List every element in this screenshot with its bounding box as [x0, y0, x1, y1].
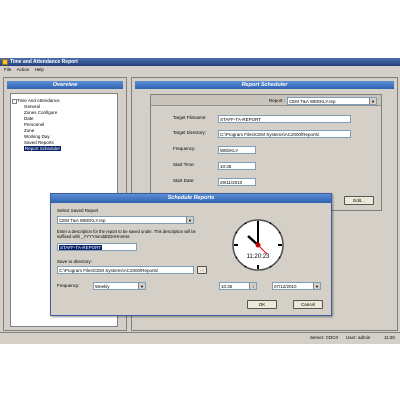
select-saved-report-label: Select Saved Report	[57, 208, 99, 213]
dialog-frequency-label: Frequency:	[57, 283, 80, 288]
ok-button[interactable]: OK	[247, 300, 277, 309]
tree-item-saved-reports[interactable]: Saved Reports	[24, 140, 54, 145]
time-value: 10:35	[221, 284, 233, 289]
time-field[interactable]: 10:35 ↕	[219, 282, 257, 290]
status-time: 11:20	[384, 335, 395, 340]
overview-header: Overview	[7, 81, 123, 89]
menu-bar: File Action Help	[0, 66, 400, 73]
saved-report-select[interactable]: CEM T&A WEEKLY.rep ▼	[57, 216, 194, 224]
report-label: Report :	[269, 98, 286, 103]
browse-button[interactable]: ...	[197, 266, 207, 274]
tree-item-date[interactable]: Date	[24, 116, 34, 121]
clock-digital-time: 11:20:23	[247, 254, 271, 260]
menu-action[interactable]: Action	[17, 66, 30, 73]
saved-report-select-value: CEM T&A WEEKLY.rep	[59, 218, 106, 223]
save-directory-label: Save to directory:	[57, 259, 93, 264]
date-value: 07/12/2010	[274, 284, 297, 289]
tree-item-report-scheduler[interactable]: Report Scheduler	[24, 146, 62, 151]
tree-item-time-and-attendance[interactable]: Time And Attendance	[17, 98, 60, 103]
cancel-button[interactable]: Cancel	[293, 300, 323, 309]
dialog-frequency-value: Weekly	[95, 284, 110, 289]
chevron-down-icon[interactable]: ▼	[369, 98, 376, 104]
spin-icon[interactable]: ↕	[249, 283, 256, 289]
target-directory-label: Target Directory:	[173, 130, 207, 135]
start-time-field[interactable]: 10:35	[218, 162, 256, 170]
status-server: Server: CDC0	[310, 335, 339, 340]
description-value: STAFF-TA-REPORT	[59, 245, 102, 250]
date-field[interactable]: 07/12/2010 ▼	[272, 282, 321, 290]
frequency-label: Frequency:	[173, 146, 196, 151]
clock-center	[255, 242, 261, 248]
description-field[interactable]: STAFF-TA-REPORT	[57, 243, 137, 251]
status-user: User: admin	[346, 335, 371, 340]
tree-item-working-day[interactable]: Working Day	[24, 134, 50, 139]
target-filename-label: Target Filename:	[173, 115, 207, 120]
expand-icon[interactable]: -	[12, 99, 17, 104]
dialog-frequency-select[interactable]: Weekly ▼	[93, 282, 146, 290]
description-instructions: Enter a description for the report to be…	[57, 229, 196, 239]
target-directory-field[interactable]: C:\Program Files\CEM Systems\AC2000\Repo…	[218, 130, 351, 138]
target-filename-field[interactable]: STAFF-TA-REPORT	[218, 115, 351, 123]
title-bar: Time and Attendance Report	[0, 58, 400, 66]
save-directory-field[interactable]: C:\Program Files\CEM Systems\AC2000\Repo…	[57, 266, 194, 274]
dialog-title: Schedule Reports	[51, 194, 331, 203]
start-date-label: Start Date:	[173, 178, 195, 183]
chevron-down-icon[interactable]: ▼	[313, 283, 320, 289]
window-title: Time and Attendance Report	[10, 59, 78, 65]
tree-item-general[interactable]: General	[24, 104, 40, 109]
report-select[interactable]: CEM T&A WEEKLY.rep ▼	[287, 97, 377, 105]
status-bar: Server: CDC0 User: admin 11:20	[0, 332, 400, 343]
frequency-field[interactable]: WEEKLY	[218, 146, 256, 154]
tree-item-personnel[interactable]: Personnel	[24, 122, 44, 127]
start-time-label: Start Time:	[173, 162, 195, 167]
chevron-down-icon[interactable]: ▼	[186, 217, 193, 223]
menu-help[interactable]: Help	[35, 66, 44, 73]
chevron-down-icon[interactable]: ▼	[138, 283, 145, 289]
report-select-value: CEM T&A WEEKLY.rep	[289, 99, 336, 104]
menu-file[interactable]: File	[4, 66, 11, 73]
start-date-field[interactable]: 29/11/2010	[218, 178, 256, 186]
report-scheduler-header: Report Scheduler	[135, 81, 394, 89]
app-icon	[2, 59, 8, 65]
tree-item-zone[interactable]: Zone	[24, 128, 34, 133]
tree-item-zones-configure[interactable]: Zones Configure	[24, 110, 57, 115]
analog-clock: 11:20:23	[232, 219, 284, 271]
edit-button[interactable]: Edit...	[344, 196, 374, 205]
